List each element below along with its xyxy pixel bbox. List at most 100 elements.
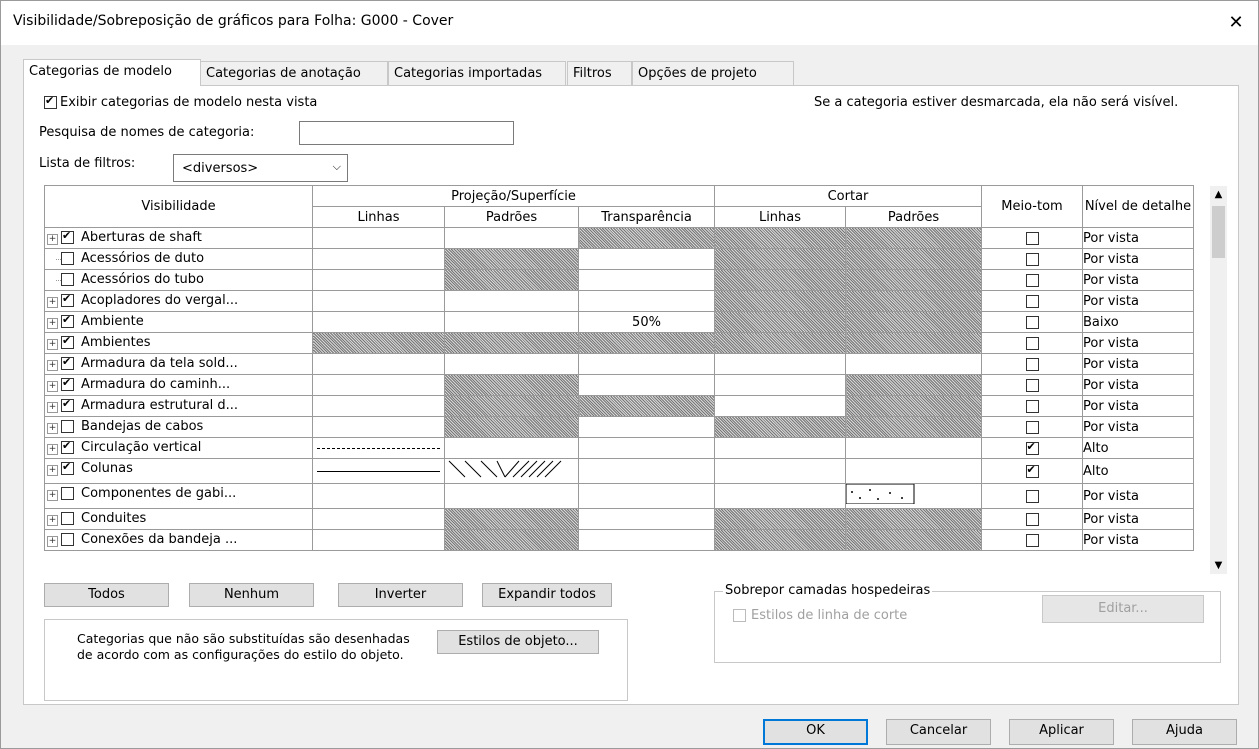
- halftone-cell[interactable]: [981, 416, 1083, 438]
- tab-imported-categories[interactable]: Categorias importadas: [388, 61, 566, 85]
- category-visibility-checkbox[interactable]: [61, 355, 74, 370]
- detail-level-cell[interactable]: Alto: [1082, 458, 1194, 484]
- halftone-cell[interactable]: [981, 508, 1083, 530]
- detail-level-cell[interactable]: Por vista: [1082, 248, 1194, 270]
- halftone-cell[interactable]: [981, 374, 1083, 396]
- cut-line-styles-checkbox[interactable]: [733, 609, 746, 622]
- detail-level-cell[interactable]: Por vista: [1082, 529, 1194, 551]
- edit-button[interactable]: Editar...: [1042, 595, 1204, 623]
- category-visibility-checkbox[interactable]: [61, 487, 74, 500]
- cut-lines-cell[interactable]: [714, 374, 846, 396]
- projection-lines-cell[interactable]: [312, 290, 445, 312]
- halftone-checkbox[interactable]: [1025, 440, 1039, 455]
- category-name-cell[interactable]: + Aberturas de shaft: [44, 227, 313, 249]
- category-name-cell[interactable]: + Acopladores do vergal...: [44, 290, 313, 312]
- halftone-checkbox[interactable]: [1025, 420, 1039, 434]
- category-visibility-checkbox[interactable]: [61, 512, 74, 525]
- transparency-cell[interactable]: [578, 290, 715, 312]
- cut-lines-cell[interactable]: [714, 437, 846, 459]
- transparency-cell[interactable]: 50%: [578, 311, 715, 333]
- halftone-checkbox[interactable]: [1025, 315, 1039, 329]
- detail-level-cell[interactable]: Baixo: [1082, 311, 1194, 333]
- table-row[interactable]: + Componentes de gabi... Por vista: [44, 483, 1194, 509]
- category-name-cell[interactable]: + Conduites: [44, 508, 313, 530]
- category-name-cell[interactable]: + Componentes de gabi...: [44, 483, 313, 509]
- cut-lines-cell[interactable]: [714, 483, 846, 509]
- select-all-button[interactable]: Todos: [44, 583, 169, 607]
- transparency-cell[interactable]: [578, 248, 715, 270]
- detail-level-cell[interactable]: Por vista: [1082, 395, 1194, 417]
- halftone-cell[interactable]: [981, 437, 1083, 459]
- cut-lines-cell[interactable]: [714, 458, 846, 484]
- category-name-cell[interactable]: + Armadura estrutural d...: [44, 395, 313, 417]
- cut-patterns-cell[interactable]: [845, 529, 982, 551]
- projection-lines-cell[interactable]: [312, 529, 445, 551]
- category-name-cell[interactable]: + Conexões da bandeja ...: [44, 529, 313, 551]
- projection-patterns-cell[interactable]: [444, 437, 579, 459]
- cut-lines-cell[interactable]: [714, 227, 846, 249]
- projection-patterns-cell[interactable]: [444, 395, 579, 417]
- transparency-cell[interactable]: [578, 227, 715, 249]
- category-visibility-checkbox[interactable]: [61, 252, 74, 265]
- table-row[interactable]: + Armadura da tela sold... Por vista: [44, 353, 1194, 375]
- cut-lines-cell[interactable]: [714, 529, 846, 551]
- category-visibility-checkbox[interactable]: [61, 460, 74, 475]
- expand-icon[interactable]: +: [47, 402, 58, 413]
- transparency-cell[interactable]: [578, 374, 715, 396]
- tab-model-categories[interactable]: Categorias de modelo: [23, 59, 201, 86]
- table-row[interactable]: + Conexões da bandeja ... Por vista: [44, 529, 1194, 551]
- cut-patterns-cell[interactable]: [845, 290, 982, 312]
- projection-patterns-cell[interactable]: [444, 374, 579, 396]
- category-visibility-checkbox[interactable]: [61, 420, 74, 433]
- detail-level-cell[interactable]: Por vista: [1082, 332, 1194, 354]
- expand-all-button[interactable]: Expandir todos: [482, 583, 612, 607]
- expand-icon[interactable]: +: [47, 444, 58, 455]
- projection-patterns-cell[interactable]: [444, 290, 579, 312]
- transparency-cell[interactable]: [578, 458, 715, 484]
- transparency-cell[interactable]: [578, 483, 715, 509]
- projection-patterns-cell[interactable]: [444, 458, 579, 484]
- category-search-input[interactable]: [299, 121, 514, 145]
- cut-lines-cell[interactable]: [714, 353, 846, 375]
- cut-lines-cell[interactable]: [714, 269, 846, 291]
- invert-button[interactable]: Inverter: [338, 583, 463, 607]
- projection-patterns-cell[interactable]: [444, 529, 579, 551]
- projection-lines-cell[interactable]: [312, 269, 445, 291]
- transparency-cell[interactable]: [578, 529, 715, 551]
- cut-patterns-cell[interactable]: [845, 416, 982, 438]
- expand-icon[interactable]: +: [47, 515, 58, 526]
- table-row[interactable]: + Aberturas de shaft Por vista: [44, 227, 1194, 249]
- expand-icon[interactable]: +: [47, 234, 58, 245]
- table-row[interactable]: + Acopladores do vergal... Por vista: [44, 290, 1194, 312]
- tab-filters[interactable]: Filtros: [567, 61, 632, 85]
- help-button[interactable]: Ajuda: [1132, 719, 1237, 745]
- cut-lines-cell[interactable]: [714, 311, 846, 333]
- table-row[interactable]: + Colunas Alto: [44, 458, 1194, 484]
- projection-patterns-cell[interactable]: [444, 483, 579, 509]
- detail-level-cell[interactable]: Por vista: [1082, 483, 1194, 509]
- detail-level-cell[interactable]: Alto: [1082, 437, 1194, 459]
- projection-patterns-cell[interactable]: [444, 227, 579, 249]
- detail-level-cell[interactable]: Por vista: [1082, 269, 1194, 291]
- detail-level-cell[interactable]: Por vista: [1082, 508, 1194, 530]
- expand-icon[interactable]: +: [47, 490, 58, 501]
- cut-patterns-cell[interactable]: [845, 458, 982, 484]
- halftone-cell[interactable]: [981, 269, 1083, 291]
- table-row[interactable]: + Ambientes Por vista: [44, 332, 1194, 354]
- category-visibility-checkbox[interactable]: [61, 376, 74, 391]
- detail-level-cell[interactable]: Por vista: [1082, 374, 1194, 396]
- table-row[interactable]: + Armadura do caminh... Por vista: [44, 374, 1194, 396]
- category-visibility-checkbox[interactable]: [61, 439, 74, 454]
- halftone-cell[interactable]: [981, 353, 1083, 375]
- halftone-cell[interactable]: [981, 248, 1083, 270]
- halftone-checkbox[interactable]: [1025, 273, 1039, 287]
- halftone-checkbox[interactable]: [1025, 399, 1039, 413]
- cut-patterns-cell[interactable]: [845, 332, 982, 354]
- category-name-cell[interactable]: + Armadura do caminh...: [44, 374, 313, 396]
- projection-patterns-cell[interactable]: [444, 248, 579, 270]
- projection-lines-cell[interactable]: [312, 311, 445, 333]
- scroll-up-icon[interactable]: ▲: [1210, 186, 1227, 203]
- category-visibility-checkbox[interactable]: [61, 334, 74, 349]
- detail-level-cell[interactable]: Por vista: [1082, 227, 1194, 249]
- transparency-cell[interactable]: [578, 395, 715, 417]
